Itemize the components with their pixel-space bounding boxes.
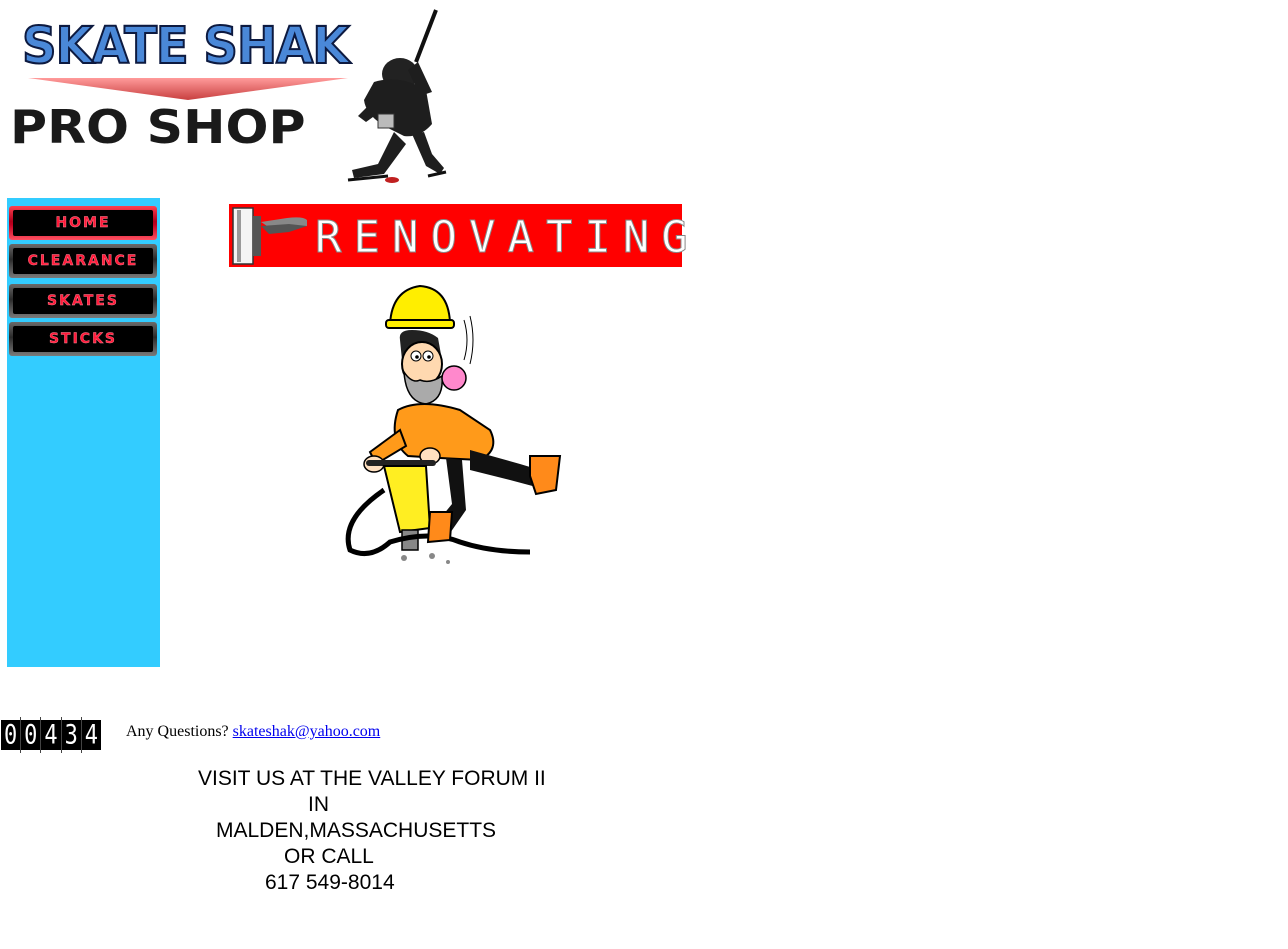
renovating-banner: RENOVATING	[229, 204, 688, 267]
nav-skates-label: SKATES	[47, 293, 119, 309]
nav-skates-button[interactable]: SKATES	[9, 284, 157, 318]
site-logo: SKATE SHAK PRO SHOP	[8, 4, 448, 190]
visit-line-in: IN	[308, 793, 329, 816]
paintbrush-icon	[232, 207, 307, 265]
nav-sticks-button[interactable]: STICKS	[9, 322, 157, 356]
logo-title-pro-shop: PRO SHOP	[10, 100, 306, 154]
contact-line: Any Questions? skateshak@yahoo.com	[126, 723, 380, 741]
counter-digit: 0	[1, 717, 22, 753]
hit-counter: 0 0 4 3 4	[1, 717, 101, 753]
email-link[interactable]: skateshak@yahoo.com	[233, 723, 381, 740]
counter-digit: 3	[62, 717, 82, 753]
nav-home-label: HOME	[55, 215, 111, 231]
nav-clearance-button[interactable]: CLEARANCE	[9, 244, 157, 278]
visit-line-city: MALDEN,MASSACHUSETTS	[216, 819, 497, 842]
nav-sticks-label: STICKS	[48, 331, 118, 347]
counter-digit: 4	[84, 720, 99, 750]
visit-line-phone: 617 549-8014	[265, 871, 395, 894]
logo-title-skate-shak: SKATE SHAK	[21, 16, 351, 77]
logo-stripe	[28, 78, 348, 100]
banner-text: RENOVATING	[315, 212, 700, 264]
visit-info: VISIT US AT THE VALLEY FORUM II IN MALDE…	[180, 766, 546, 896]
hockey-player-icon	[347, 9, 447, 183]
contact-prompt: Any Questions?	[126, 723, 229, 740]
counter-digit: 0	[21, 717, 42, 753]
nav-home-button[interactable]: HOME	[9, 206, 157, 240]
visit-line-forum: VISIT US AT THE VALLEY FORUM II	[198, 767, 546, 790]
nav-clearance-label: CLEARANCE	[27, 253, 139, 269]
sidebar-nav: HOME CLEARANCE SKATES STICKS	[7, 198, 160, 667]
jackhammer-worker-icon	[345, 284, 562, 564]
counter-digit: 4	[41, 717, 62, 753]
visit-line-or-call: OR CALL	[284, 845, 374, 868]
